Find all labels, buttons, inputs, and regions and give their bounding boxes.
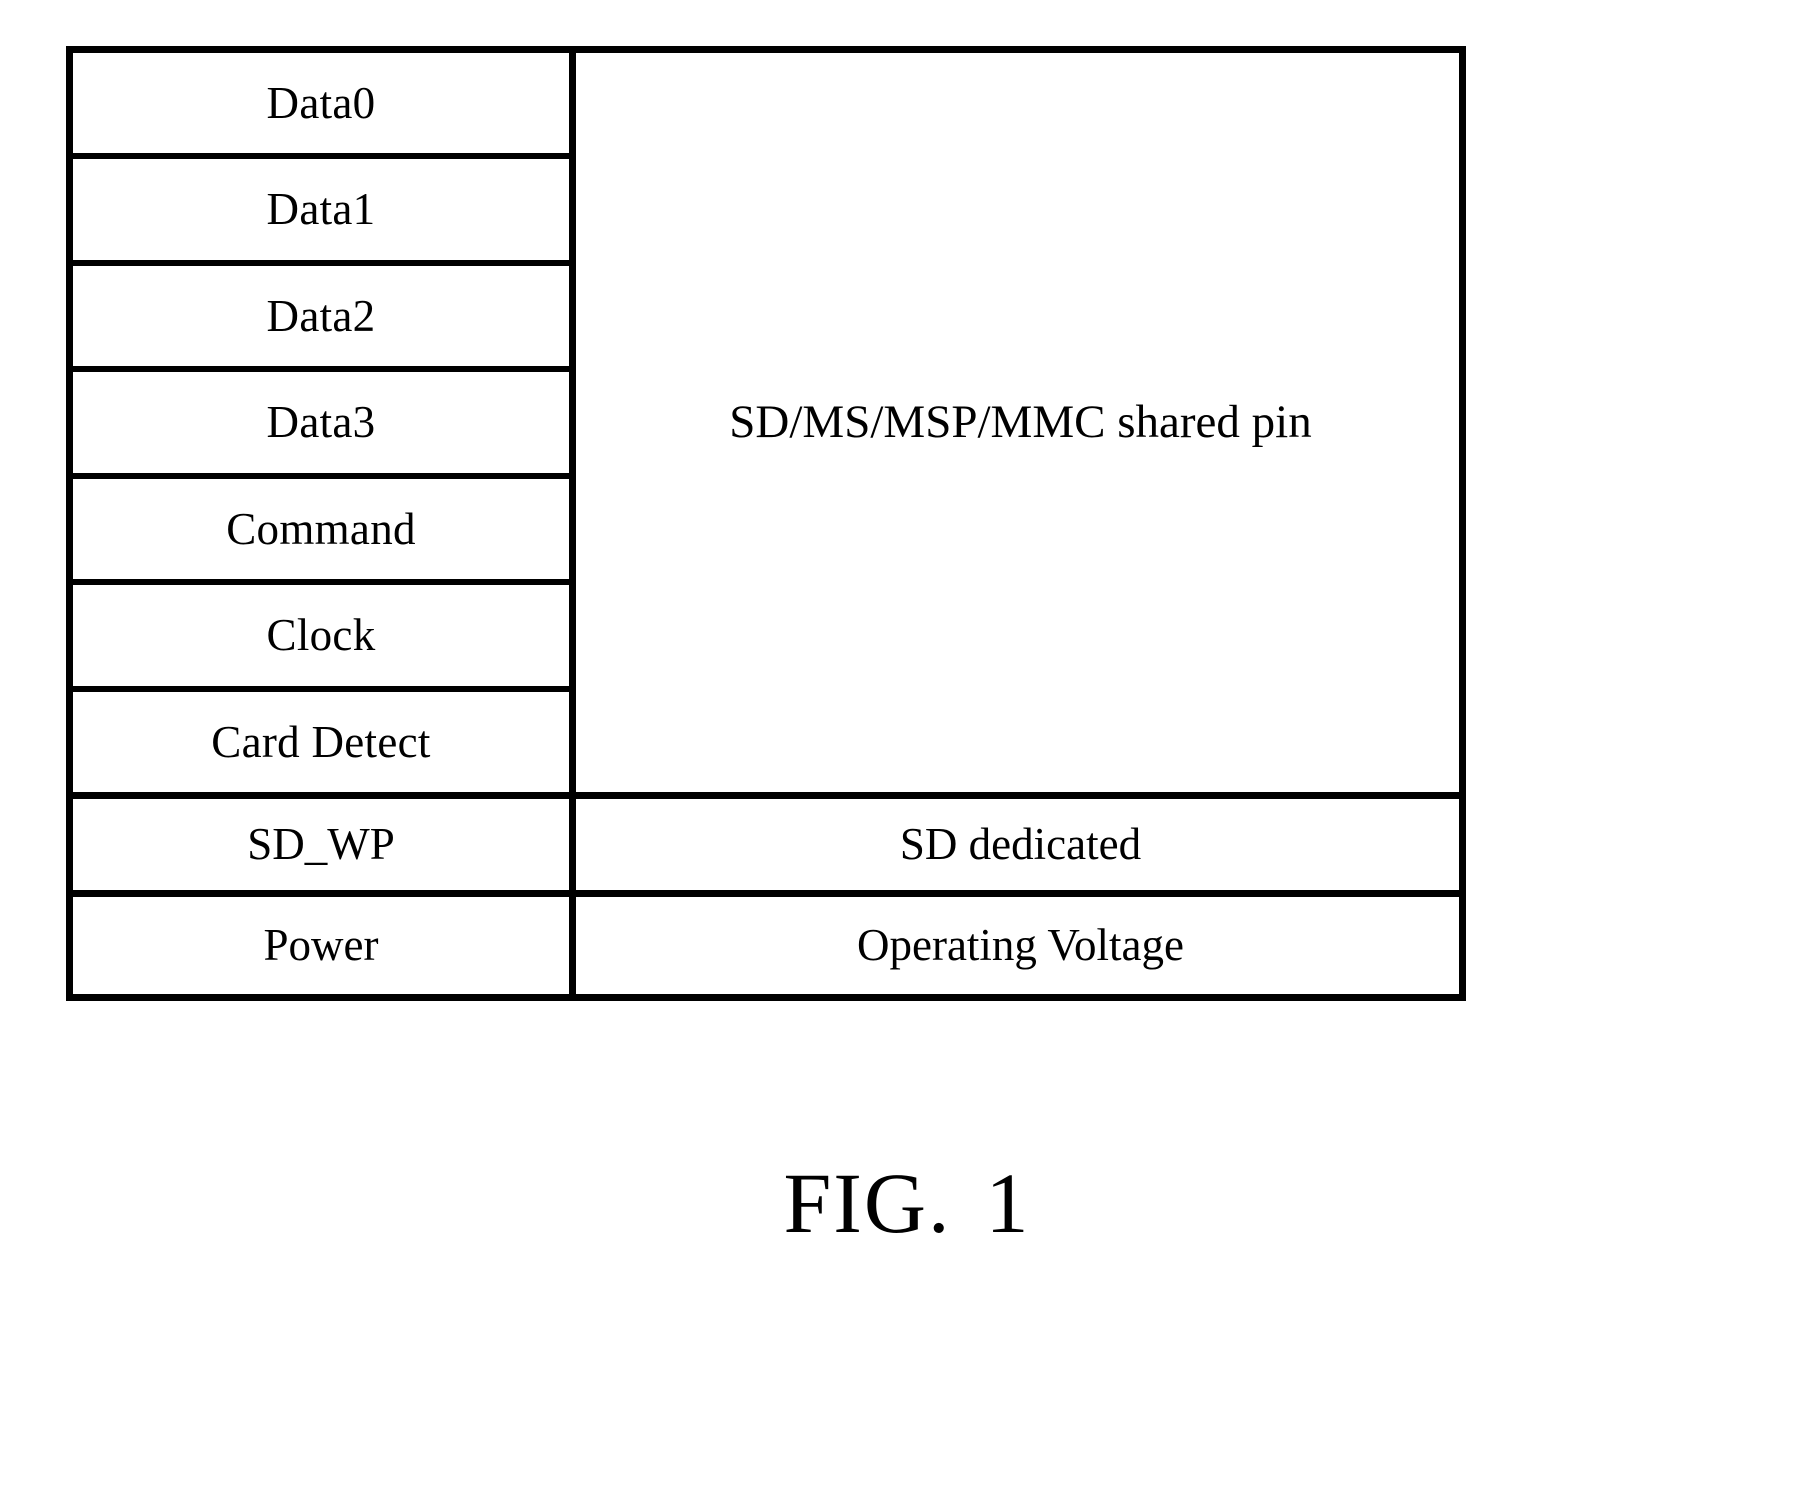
pin-name-label: Data1 [266,184,376,235]
pin-name-label: Clock [266,610,376,661]
pin-name-label: Power [263,919,379,970]
pin-name-label: Card Detect [211,716,431,767]
pin-description-cell: SD dedicated [576,799,1459,889]
table-row: Power Operating Voltage [73,896,1459,994]
shared-pin-description-label: SD/MS/MSP/MMC shared pin [729,396,1312,449]
table-row: SD_WP SD dedicated [73,799,1459,897]
table-row: Card Detect [73,692,569,792]
pin-description-label: Operating Voltage [856,919,1185,970]
figure-caption-label: FIG. [783,1155,952,1251]
figure-caption: FIG. 1 [0,1160,1814,1246]
pin-name-cell: Power [73,896,576,994]
table-row: Data2 [73,266,569,373]
pin-name-label: Command [226,503,416,554]
table-row: Command [73,479,569,586]
pin-description-label: SD dedicated [899,819,1142,870]
table-row: Data1 [73,159,569,266]
pin-description-cell: Operating Voltage [576,897,1459,994]
pin-assignment-table: Data0 Data1 Data2 Data3 Command Clock Ca… [66,46,1466,1001]
pin-name-label: Data0 [266,77,376,128]
table-row: Data0 [73,53,569,160]
table-row: Data3 [73,372,569,479]
pin-name-label: Data2 [266,290,376,341]
shared-pin-block: Data0 Data1 Data2 Data3 Command Clock Ca… [73,53,1459,800]
figure-caption-number: 1 [985,1155,1031,1251]
shared-pin-description-cell: SD/MS/MSP/MMC shared pin [576,53,1459,792]
pin-name-column: Data0 Data1 Data2 Data3 Command Clock Ca… [73,53,576,793]
patent-figure: Data0 Data1 Data2 Data3 Command Clock Ca… [0,0,1814,1508]
pin-name-cell: SD_WP [73,799,576,890]
pin-name-label: SD_WP [247,819,395,870]
pin-name-label: Data3 [266,397,376,448]
table-row: Clock [73,585,569,692]
